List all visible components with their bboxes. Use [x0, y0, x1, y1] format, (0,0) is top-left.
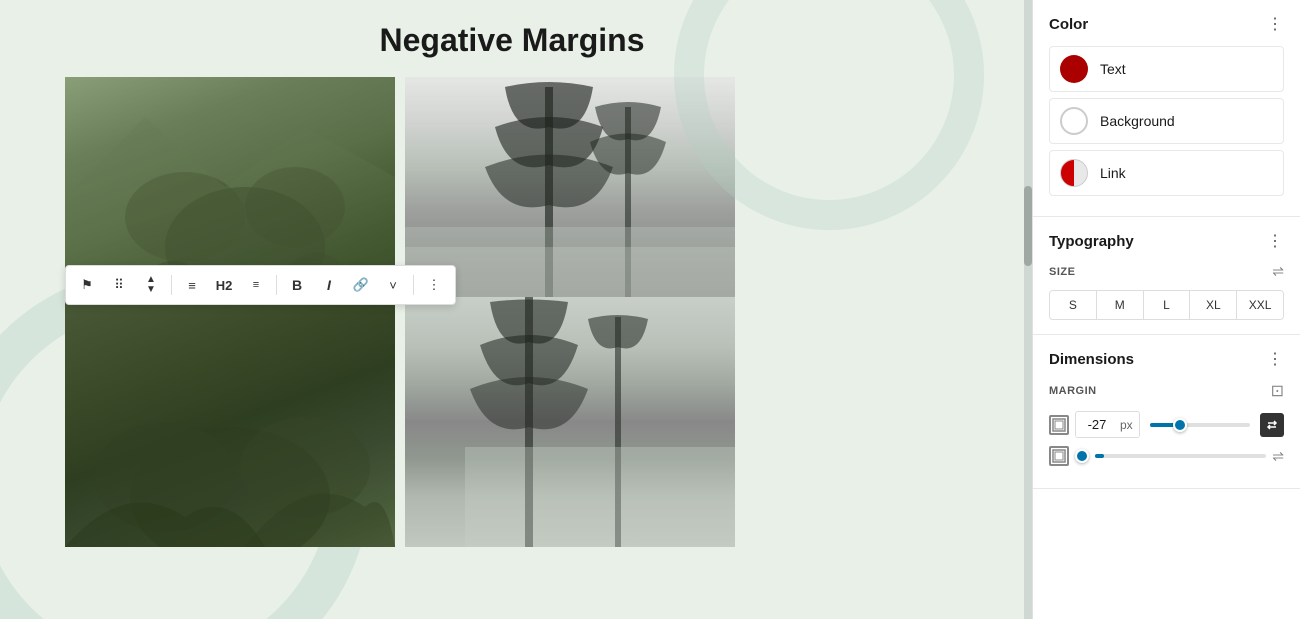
text-color-swatch: [1060, 55, 1088, 83]
more-inline-button[interactable]: ˅: [378, 270, 408, 300]
drag-handle-button[interactable]: ⠿: [104, 270, 134, 300]
page-title: Negative Margins: [0, 0, 1024, 77]
size-btn-l[interactable]: L: [1144, 291, 1191, 319]
margin-value-input-group[interactable]: px: [1075, 411, 1140, 438]
right-panel: Color ⋮ Text Background Link Typography …: [1032, 0, 1300, 619]
size-buttons-group: S M L XL XXL: [1049, 290, 1284, 320]
size-btn-s[interactable]: S: [1050, 291, 1097, 319]
color-more-icon[interactable]: ⋮: [1267, 14, 1284, 34]
scrollbar-track[interactable]: [1024, 0, 1032, 619]
margin-box-icon-bottom: [1049, 446, 1069, 466]
divider-3: [413, 275, 414, 295]
forest-image-bottom: [405, 297, 735, 547]
text-color-row[interactable]: Text: [1049, 46, 1284, 92]
dimensions-section: Dimensions ⋮ MARGIN ⊡ px: [1033, 335, 1300, 489]
heading-button[interactable]: H2: [209, 270, 239, 300]
margin-top-icon: [1052, 418, 1066, 432]
color-section: Color ⋮ Text Background Link: [1033, 0, 1300, 217]
size-btn-m[interactable]: M: [1097, 291, 1144, 319]
background-color-label: Background: [1100, 113, 1175, 129]
margin-value-input[interactable]: [1076, 412, 1118, 437]
dimensions-section-title: Dimensions: [1049, 351, 1134, 368]
typography-section-header: Typography ⋮: [1049, 231, 1284, 251]
bookmark-button[interactable]: ⚑: [72, 270, 102, 300]
image-forest-bottom: [405, 297, 735, 547]
size-adjust-icon[interactable]: ⇌: [1272, 263, 1284, 280]
margin-row-top: px: [1049, 411, 1284, 438]
options-button[interactable]: ⋮: [419, 270, 449, 300]
size-btn-xl[interactable]: XL: [1190, 291, 1237, 319]
size-btn-xxl[interactable]: XXL: [1237, 291, 1283, 319]
link-color-label: Link: [1100, 165, 1126, 181]
text-color-label: Text: [1100, 61, 1126, 77]
dimensions-section-header: Dimensions ⋮: [1049, 349, 1284, 369]
image-row-bottom: [65, 297, 959, 547]
forest-image-top: [405, 77, 735, 297]
typography-section-title: Typography: [1049, 233, 1134, 250]
images-wrapper: [65, 77, 959, 297]
slider-fill-bottom: [1095, 454, 1104, 458]
align-button[interactable]: ≡: [177, 270, 207, 300]
link-color-row[interactable]: Link: [1049, 150, 1284, 196]
image-row-top: [65, 77, 959, 297]
image-forest-top: [405, 77, 735, 297]
margin-slider-top[interactable]: [1150, 423, 1250, 427]
succulents-image-top: [65, 77, 395, 297]
background-color-row[interactable]: Background: [1049, 98, 1284, 144]
typography-section: Typography ⋮ SIZE ⇌ S M L XL XXL: [1033, 217, 1300, 335]
dimensions-more-icon[interactable]: ⋮: [1267, 349, 1284, 369]
size-label: SIZE: [1049, 266, 1075, 278]
scrollbar-thumb[interactable]: [1024, 186, 1032, 266]
italic-button[interactable]: I: [314, 270, 344, 300]
margin-bottom-icon: [1052, 449, 1066, 463]
margin-header: MARGIN ⊡: [1049, 381, 1284, 401]
margin-adjust-icon[interactable]: ⇌: [1272, 448, 1284, 465]
size-header: SIZE ⇌: [1049, 263, 1284, 280]
canvas-area: Negative Margins: [0, 0, 1024, 619]
images-wrapper-bottom: [65, 297, 959, 547]
margin-unit-label: px: [1118, 413, 1139, 437]
block-toolbar[interactable]: ⚑ ⠿ ▲▼ ≡ H2 ≡ B I 🔗 ˅ ⋮: [65, 265, 456, 305]
margin-box-icon-top: [1049, 415, 1069, 435]
margin-link-icon[interactable]: ⊡: [1271, 381, 1284, 401]
slider-thumb-top[interactable]: [1173, 418, 1187, 432]
divider-2: [276, 275, 277, 295]
swap-arrows-icon: [1266, 419, 1278, 431]
color-section-title: Color: [1049, 16, 1088, 33]
margin-slider-bottom[interactable]: [1095, 454, 1266, 458]
link-button[interactable]: 🔗: [346, 270, 376, 300]
image-succulents-top: [65, 77, 395, 297]
margin-row-bottom: ⇌: [1049, 446, 1284, 466]
succulents-image-bottom: [65, 297, 395, 547]
swap-icon-top[interactable]: [1260, 413, 1284, 437]
margin-label: MARGIN: [1049, 385, 1097, 397]
slider-thumb-bottom-left: [1075, 449, 1089, 463]
bold-button[interactable]: B: [282, 270, 312, 300]
list-button[interactable]: ≡: [241, 270, 271, 300]
background-color-swatch: [1060, 107, 1088, 135]
color-section-header: Color ⋮: [1049, 14, 1284, 34]
link-color-swatch: [1060, 159, 1088, 187]
image-succulents-bottom: [65, 297, 395, 547]
typography-more-icon[interactable]: ⋮: [1267, 231, 1284, 251]
divider-1: [171, 275, 172, 295]
move-updown-button[interactable]: ▲▼: [136, 270, 166, 300]
